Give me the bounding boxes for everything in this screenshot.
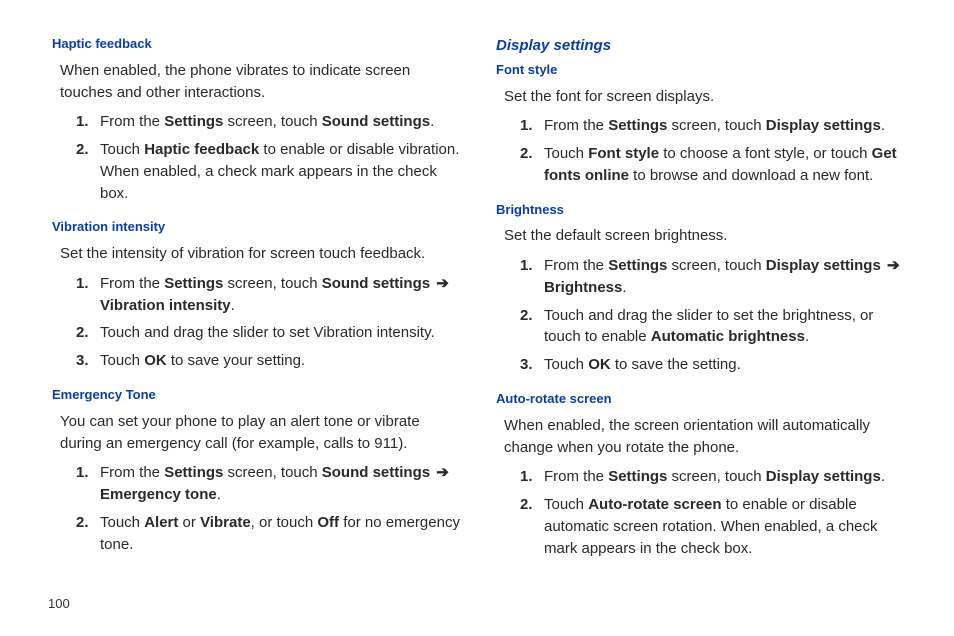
text: screen, touch — [223, 113, 321, 130]
text: Touch — [544, 496, 588, 513]
bold-sound-settings: Sound settings — [322, 113, 430, 130]
bold-haptic-feedback: Haptic feedback — [144, 141, 259, 158]
rotate-step-1: From the Settings screen, touch Display … — [520, 466, 906, 494]
right-column: Display settings Font style Set the font… — [492, 35, 906, 577]
bold-sound-settings: Sound settings — [322, 275, 430, 292]
bold-display-settings: Display settings — [766, 117, 881, 134]
bold-emergency-tone: Emergency tone — [100, 486, 217, 503]
left-column: Haptic feedback When enabled, the phone … — [48, 35, 462, 577]
vibration-intensity-heading: Vibration intensity — [48, 218, 462, 237]
bold-brightness: Brightness — [544, 279, 622, 296]
display-settings-heading: Display settings — [492, 35, 906, 57]
text: Touch — [100, 352, 144, 369]
bold-ok: OK — [588, 356, 611, 373]
rotate-step-2: Touch Auto-rotate screen to enable or di… — [520, 494, 906, 565]
vibration-intro: Set the intensity of vibration for scree… — [48, 243, 462, 265]
text: screen, touch — [667, 468, 765, 485]
rotate-steps: From the Settings screen, touch Display … — [492, 466, 906, 565]
vibration-step-2: Touch and drag the slider to set Vibrati… — [76, 322, 462, 350]
arrow-icon: ➔ — [885, 255, 902, 277]
bold-automatic-brightness: Automatic brightness — [651, 328, 805, 345]
text: From the — [100, 113, 164, 130]
text: . — [622, 279, 626, 296]
text: From the — [544, 468, 608, 485]
text: or — [178, 514, 200, 531]
bold-ok: OK — [144, 352, 167, 369]
text: screen, touch — [667, 257, 765, 274]
text: . — [231, 297, 235, 314]
text: From the — [100, 464, 164, 481]
bold-alert: Alert — [144, 514, 178, 531]
text: screen, touch — [667, 117, 765, 134]
text: . — [805, 328, 809, 345]
emergency-intro: You can set your phone to play an alert … — [48, 411, 462, 455]
text: , or touch — [251, 514, 318, 531]
brightness-step-1: From the Settings screen, touch Display … — [520, 255, 906, 305]
text: Touch — [544, 356, 588, 373]
bold-settings: Settings — [164, 275, 223, 292]
bold-off: Off — [317, 514, 339, 531]
page-number: 100 — [48, 577, 906, 614]
auto-rotate-heading: Auto-rotate screen — [492, 390, 906, 409]
two-column-layout: Haptic feedback When enabled, the phone … — [48, 35, 906, 577]
emergency-step-2: Touch Alert or Vibrate, or touch Off for… — [76, 512, 462, 562]
vibration-step-1: From the Settings screen, touch Sound se… — [76, 273, 462, 323]
rotate-intro: When enabled, the screen orientation wil… — [492, 415, 906, 459]
bold-settings: Settings — [164, 113, 223, 130]
text: to browse and download a new font. — [629, 167, 873, 184]
font-step-2: Touch Font style to choose a font style,… — [520, 143, 906, 193]
text: to choose a font style, or touch — [659, 145, 872, 162]
brightness-step-2: Touch and drag the slider to set the bri… — [520, 305, 906, 355]
text: Touch — [100, 141, 144, 158]
bold-auto-rotate: Auto-rotate screen — [588, 496, 721, 513]
brightness-intro: Set the default screen brightness. — [492, 225, 906, 247]
text: From the — [544, 257, 608, 274]
font-steps: From the Settings screen, touch Display … — [492, 115, 906, 192]
bold-settings: Settings — [608, 117, 667, 134]
text: . — [881, 117, 885, 134]
text: to save the setting. — [611, 356, 741, 373]
brightness-steps: From the Settings screen, touch Display … — [492, 255, 906, 382]
vibration-steps: From the Settings screen, touch Sound se… — [48, 273, 462, 378]
text: to save your setting. — [167, 352, 305, 369]
emergency-steps: From the Settings screen, touch Sound se… — [48, 462, 462, 561]
haptic-step-2: Touch Haptic feedback to enable or disab… — [76, 139, 462, 210]
text: From the — [544, 117, 608, 134]
vibration-step-3: Touch OK to save your setting. — [76, 350, 462, 378]
bold-font-style: Font style — [588, 145, 659, 162]
emergency-tone-heading: Emergency Tone — [48, 386, 462, 405]
font-intro: Set the font for screen displays. — [492, 86, 906, 108]
bold-vibration-intensity: Vibration intensity — [100, 297, 231, 314]
bold-settings: Settings — [608, 468, 667, 485]
haptic-feedback-heading: Haptic feedback — [48, 35, 462, 54]
text: screen, touch — [223, 464, 321, 481]
brightness-heading: Brightness — [492, 201, 906, 220]
bold-sound-settings: Sound settings — [322, 464, 430, 481]
bold-settings: Settings — [164, 464, 223, 481]
haptic-steps: From the Settings screen, touch Sound se… — [48, 111, 462, 210]
font-step-1: From the Settings screen, touch Display … — [520, 115, 906, 143]
font-style-heading: Font style — [492, 61, 906, 80]
text: . — [217, 486, 221, 503]
bold-vibrate: Vibrate — [200, 514, 251, 531]
manual-page: Haptic feedback When enabled, the phone … — [0, 0, 954, 636]
text: Touch — [544, 145, 588, 162]
bold-display-settings: Display settings — [766, 468, 881, 485]
arrow-icon: ➔ — [434, 462, 451, 484]
text: screen, touch — [223, 275, 321, 292]
text: Touch — [100, 514, 144, 531]
text: . — [430, 113, 434, 130]
bold-settings: Settings — [608, 257, 667, 274]
haptic-step-1: From the Settings screen, touch Sound se… — [76, 111, 462, 139]
haptic-intro: When enabled, the phone vibrates to indi… — [48, 60, 462, 104]
text: . — [881, 468, 885, 485]
text: From the — [100, 275, 164, 292]
bold-display-settings: Display settings — [766, 257, 881, 274]
emergency-step-1: From the Settings screen, touch Sound se… — [76, 462, 462, 512]
arrow-icon: ➔ — [434, 273, 451, 295]
brightness-step-3: Touch OK to save the setting. — [520, 354, 906, 382]
